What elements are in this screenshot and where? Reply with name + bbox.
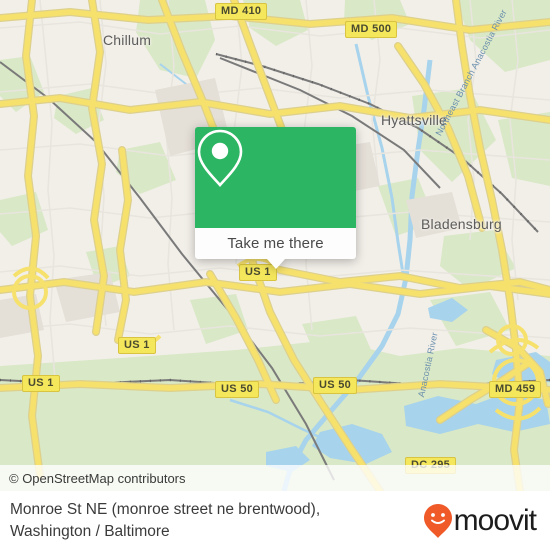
- map-label-city: Bladensburg: [421, 216, 502, 232]
- location-title-line2: Washington / Baltimore: [10, 522, 170, 540]
- location-pin-icon: [197, 129, 243, 187]
- screenshot-root: Chillum Hyattsville Bladensburg Northeas…: [0, 0, 550, 550]
- highway-shield[interactable]: US 1: [22, 375, 60, 393]
- moovit-logo[interactable]: moovit: [423, 503, 537, 539]
- location-popup-card[interactable]: Take me there: [195, 127, 356, 269]
- highway-shield[interactable]: US 50: [313, 377, 358, 395]
- highway-shield[interactable]: MD 459: [489, 381, 542, 399]
- footer-bar: Monroe St NE (monroe street ne brentwood…: [0, 491, 550, 550]
- take-me-there-button[interactable]: Take me there: [195, 228, 356, 259]
- map-attribution: © OpenStreetMap contributors: [0, 465, 550, 491]
- map-label-city: Chillum: [103, 32, 152, 48]
- map-canvas[interactable]: Chillum Hyattsville Bladensburg Northeas…: [0, 0, 550, 491]
- highway-shield[interactable]: MD 500: [345, 21, 398, 39]
- take-me-there-label: Take me there: [227, 235, 324, 252]
- location-title: Monroe St NE (monroe street ne brentwood…: [10, 499, 320, 542]
- popup-pointer-tail: [266, 259, 285, 269]
- highway-shield[interactable]: US 50: [215, 381, 260, 399]
- moovit-pin-smiley-icon: [423, 503, 452, 538]
- highway-shield[interactable]: MD 410: [215, 3, 268, 21]
- location-title-line1: Monroe St NE (monroe street ne brentwood…: [10, 501, 321, 519]
- attribution-text: © OpenStreetMap contributors: [9, 470, 186, 486]
- moovit-wordmark: moovit: [453, 503, 537, 537]
- popup-icon-panel: [195, 127, 356, 228]
- highway-shield[interactable]: US 1: [118, 337, 156, 355]
